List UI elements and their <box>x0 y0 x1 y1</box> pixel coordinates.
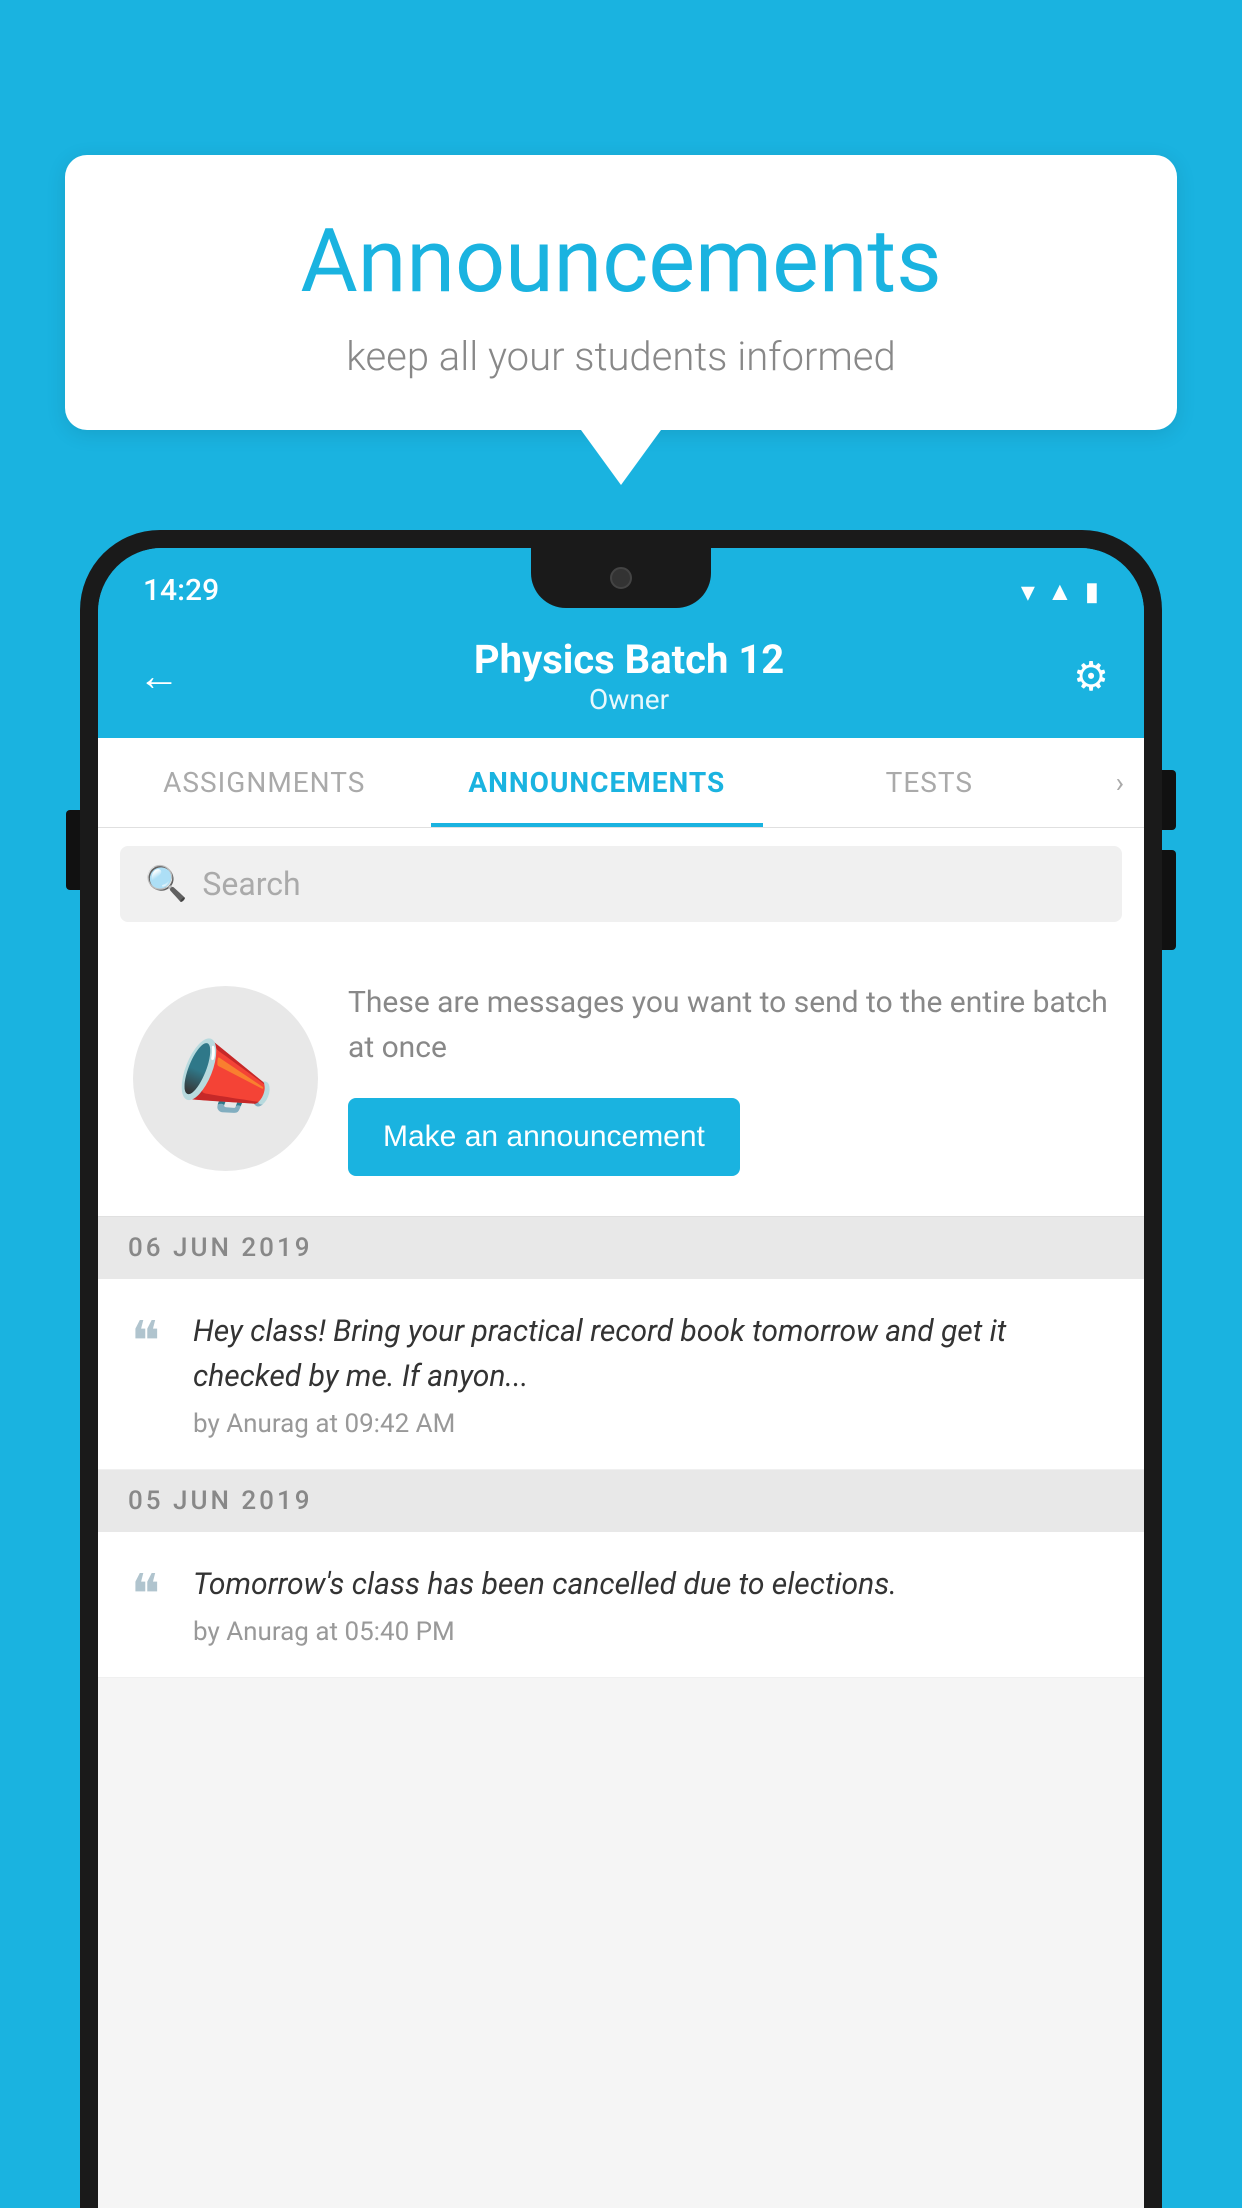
status-icons: ▾ ▲ ▮ <box>1021 575 1099 608</box>
settings-button[interactable]: ⚙ <box>1073 653 1109 700</box>
phone-screen: 14:29 ▾ ▲ ▮ ← Physics Batch 12 Owner ⚙ A… <box>98 548 1144 2208</box>
announcement-content-2: Tomorrow's class has been cancelled due … <box>193 1562 1114 1647</box>
header-subtitle: Owner <box>185 683 1073 716</box>
phone-notch <box>531 548 711 608</box>
signal-icon: ▲ <box>1047 576 1073 607</box>
back-button[interactable]: ← <box>133 647 185 706</box>
announcement-text-2: Tomorrow's class has been cancelled due … <box>193 1562 1114 1607</box>
power-button-bottom <box>1162 850 1176 950</box>
speech-bubble: Announcements keep all your students inf… <box>65 155 1177 430</box>
search-icon: 🔍 <box>145 864 187 904</box>
date-separator-2: 05 JUN 2019 <box>98 1470 1144 1532</box>
tab-more[interactable]: › <box>1096 738 1144 827</box>
search-input[interactable]: Search <box>202 865 300 903</box>
app-header: ← Physics Batch 12 Owner ⚙ <box>98 618 1144 738</box>
date-separator-1: 06 JUN 2019 <box>98 1217 1144 1279</box>
wifi-icon: ▾ <box>1021 575 1035 608</box>
announcement-text-1: Hey class! Bring your practical record b… <box>193 1309 1114 1399</box>
phone-frame: 14:29 ▾ ▲ ▮ ← Physics Batch 12 Owner ⚙ A… <box>80 530 1162 2208</box>
search-container: 🔍 Search <box>98 828 1144 940</box>
speech-bubble-tail <box>581 430 661 485</box>
quote-icon-1: ❝ <box>118 1314 173 1369</box>
speech-bubble-subtitle: keep all your students informed <box>125 333 1117 380</box>
phone-wrapper: 14:29 ▾ ▲ ▮ ← Physics Batch 12 Owner ⚙ A… <box>80 530 1162 2208</box>
promo-content: These are messages you want to send to t… <box>348 980 1109 1176</box>
search-bar[interactable]: 🔍 Search <box>120 846 1122 922</box>
volume-button <box>66 810 80 890</box>
content-area: 🔍 Search 📣 These are messages you want t… <box>98 828 1144 2208</box>
header-title: Physics Batch 12 <box>185 636 1073 683</box>
announcement-item-2[interactable]: ❝ Tomorrow's class has been cancelled du… <box>98 1532 1144 1678</box>
tab-announcements[interactable]: ANNOUNCEMENTS <box>431 738 764 827</box>
announcement-meta-2: by Anurag at 05:40 PM <box>193 1617 1114 1647</box>
promo-icon-circle: 📣 <box>133 986 318 1171</box>
battery-icon: ▮ <box>1085 577 1099 607</box>
tabs-bar: ASSIGNMENTS ANNOUNCEMENTS TESTS › <box>98 738 1144 828</box>
promo-description: These are messages you want to send to t… <box>348 980 1109 1070</box>
quote-icon-2: ❝ <box>118 1567 173 1622</box>
header-center: Physics Batch 12 Owner <box>185 636 1073 716</box>
speech-bubble-title: Announcements <box>125 210 1117 313</box>
tab-assignments[interactable]: ASSIGNMENTS <box>98 738 431 827</box>
announcement-item-1[interactable]: ❝ Hey class! Bring your practical record… <box>98 1279 1144 1470</box>
make-announcement-button[interactable]: Make an announcement <box>348 1098 740 1176</box>
tab-tests[interactable]: TESTS <box>763 738 1096 827</box>
camera <box>610 567 632 589</box>
speech-bubble-container: Announcements keep all your students inf… <box>65 155 1177 485</box>
announcement-content-1: Hey class! Bring your practical record b… <box>193 1309 1114 1439</box>
power-button-top <box>1162 770 1176 830</box>
promo-block: 📣 These are messages you want to send to… <box>98 940 1144 1217</box>
announcement-meta-1: by Anurag at 09:42 AM <box>193 1409 1114 1439</box>
megaphone-icon: 📣 <box>176 1031 276 1125</box>
